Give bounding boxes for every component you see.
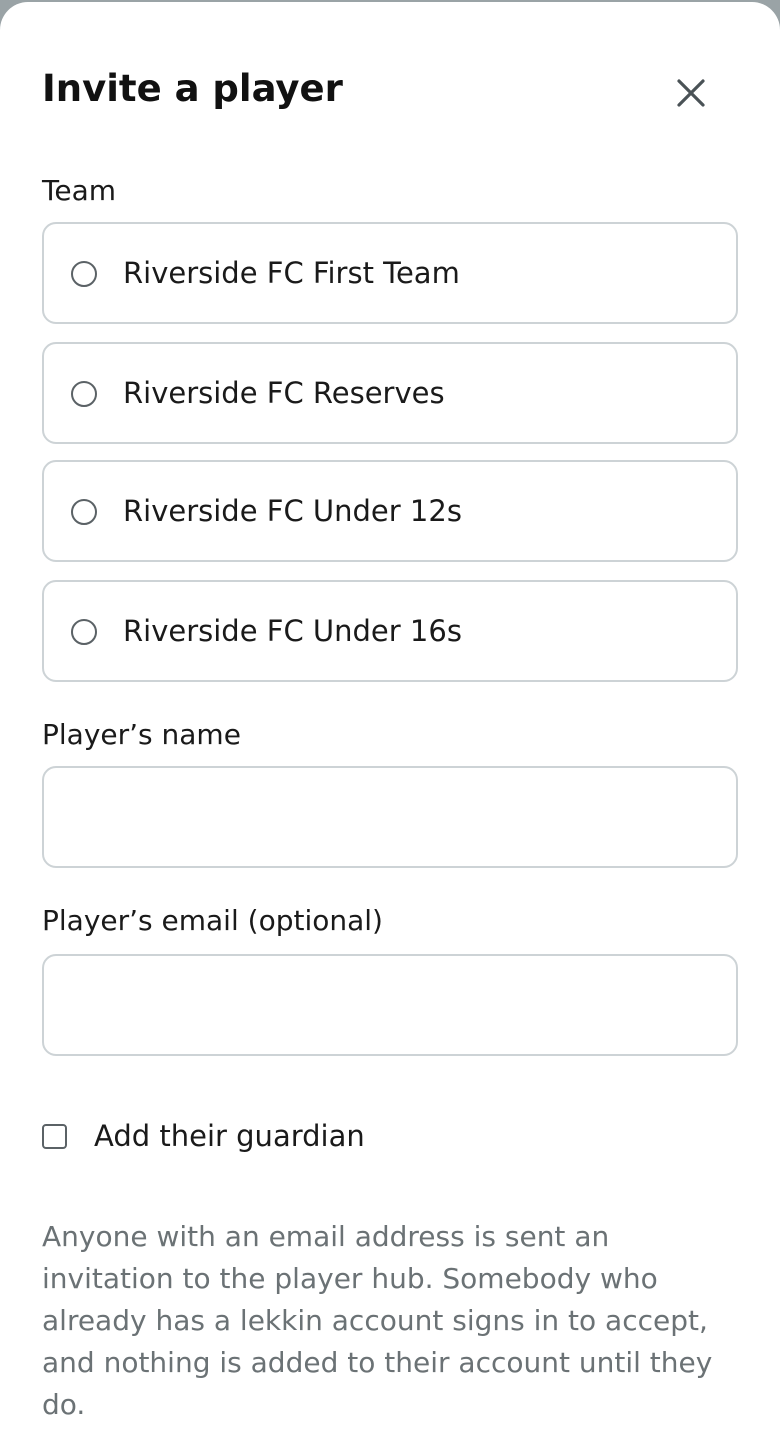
close-button[interactable] (668, 70, 714, 116)
radio-icon[interactable] (71, 499, 97, 525)
add-guardian-label: Add their guardian (94, 1119, 365, 1153)
radio-icon[interactable] (71, 261, 97, 287)
radio-icon[interactable] (71, 619, 97, 645)
invitation-info-text: Anyone with an email address is sent an … (42, 1220, 713, 1421)
team-option-label: Riverside FC Reserves (123, 376, 445, 410)
player-email-label: Player’s email (optional) (42, 904, 383, 937)
invite-player-dialog: Invite a player Team Riverside FC First … (0, 2, 780, 1436)
player-email-input[interactable] (42, 954, 738, 1056)
player-name-input[interactable] (42, 766, 738, 868)
team-option-label: Riverside FC Under 16s (123, 614, 462, 648)
team-option-under-16s[interactable]: Riverside FC Under 16s (42, 580, 738, 682)
team-label: Team (42, 174, 117, 207)
close-icon (677, 79, 705, 107)
team-option-label: Riverside FC First Team (123, 256, 460, 290)
team-option-reserves[interactable]: Riverside FC Reserves (42, 342, 738, 444)
dialog-title: Invite a player (42, 67, 343, 110)
player-name-label: Player’s name (42, 718, 241, 751)
radio-icon[interactable] (71, 381, 97, 407)
team-option-first-team[interactable]: Riverside FC First Team (42, 222, 738, 324)
checkbox-icon[interactable] (42, 1123, 67, 1149)
team-option-under-12s[interactable]: Riverside FC Under 12s (42, 460, 738, 562)
team-option-label: Riverside FC Under 12s (123, 494, 462, 528)
add-guardian-checkbox-row[interactable]: Add their guardian (42, 1114, 365, 1158)
